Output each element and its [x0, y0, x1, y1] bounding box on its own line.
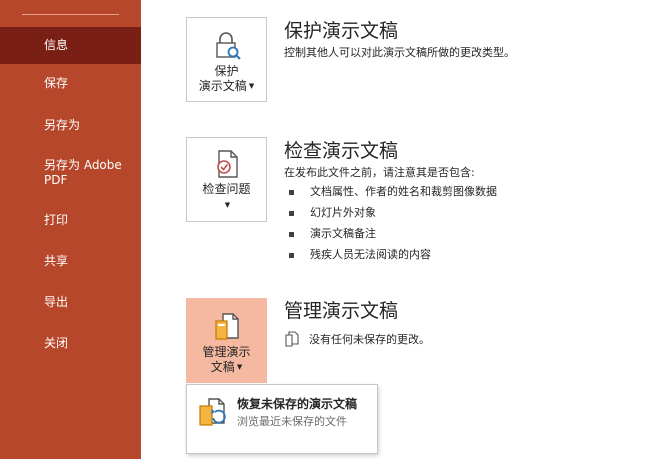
inspect-section-title: 检查演示文稿: [284, 140, 399, 162]
backstage-sidebar: 信息 保存 另存为 另存为 Adobe PDF 打印 共享 导出 关闭: [0, 0, 141, 459]
protect-button-line1: 保护: [214, 64, 239, 78]
sidebar-item-share[interactable]: 共享: [0, 254, 141, 269]
sidebar-item-info[interactable]: 信息: [0, 27, 141, 64]
inspect-bullet-item: 幻灯片外对象: [310, 206, 376, 219]
bullet-marker: [289, 232, 294, 237]
inspect-bullet-item: 残疾人员无法阅读的内容: [310, 248, 431, 261]
manage-dropdown-menu: 恢复未保存的演示文稿 浏览最近未保存的文件: [186, 384, 378, 454]
dropdown-caret-icon: ▼: [224, 201, 231, 209]
check-issues-label: 检查问题: [202, 182, 251, 196]
recover-unsaved-menu-item[interactable]: 恢复未保存的演示文稿 浏览最近未保存的文件: [193, 390, 371, 434]
document-manage-icon: [214, 313, 239, 340]
inspect-bullet-item: 演示文稿备注: [310, 227, 376, 240]
sidebar-item-save-as-pdf[interactable]: 另存为 Adobe PDF: [0, 158, 141, 188]
protect-section-desc: 控制其他人可以对此演示文稿所做的更改类型。: [284, 46, 515, 59]
document-check-icon: [216, 150, 238, 178]
bullet-marker: [289, 211, 294, 216]
bullet-marker: [289, 253, 294, 258]
manage-button-line1: 管理演示: [202, 345, 251, 359]
documents-icon: [285, 331, 299, 347]
manage-section-desc: 没有任何未保存的更改。: [309, 333, 430, 346]
check-issues-button[interactable]: 检查问题 ▼: [186, 137, 267, 222]
sidebar-item-print[interactable]: 打印: [0, 213, 141, 228]
protect-button-line2: 演示文稿 ▼: [198, 79, 255, 93]
protect-presentation-button[interactable]: 保护 演示文稿 ▼: [186, 17, 267, 102]
recover-document-icon: [199, 398, 226, 426]
inspect-bullet-item: 文档属性、作者的姓名和裁剪图像数据: [310, 185, 497, 198]
sidebar-top-separator: [22, 14, 119, 15]
recover-item-title: 恢复未保存的演示文稿: [237, 397, 358, 411]
sidebar-item-save[interactable]: 保存: [0, 76, 141, 91]
sidebar-item-save-as[interactable]: 另存为: [0, 118, 141, 133]
dropdown-caret-icon: ▼: [248, 82, 255, 90]
manage-button-line2: 文稿 ▼: [210, 360, 243, 374]
manage-presentation-button[interactable]: 管理演示 文稿 ▼: [186, 298, 267, 383]
manage-section-title: 管理演示文稿: [284, 300, 399, 322]
inspect-section-desc: 在发布此文件之前，请注意其是否包含:: [284, 166, 475, 179]
sidebar-item-close[interactable]: 关闭: [0, 336, 141, 351]
sidebar-item-export[interactable]: 导出: [0, 295, 141, 310]
dropdown-caret-icon: ▼: [236, 363, 243, 371]
protect-section-title: 保护演示文稿: [284, 20, 399, 42]
recover-item-subtitle: 浏览最近未保存的文件: [237, 415, 347, 428]
lock-magnifier-icon: [215, 32, 241, 60]
bullet-marker: [289, 190, 294, 195]
